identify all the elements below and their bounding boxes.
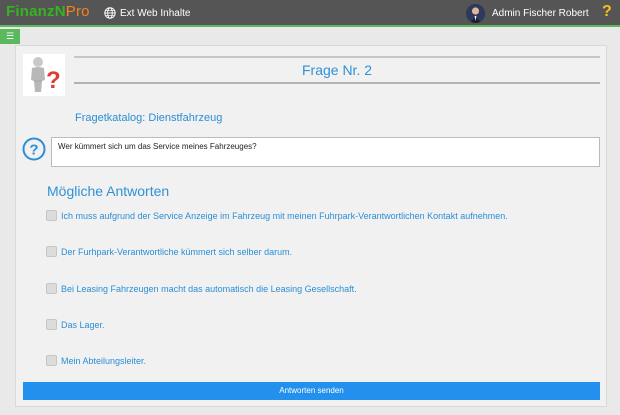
ext-web-link[interactable]: Ext Web Inhalte (104, 7, 190, 19)
question-text-field: Wer kümmert sich um das Service meines F… (51, 137, 600, 167)
menu-toggle-button[interactable]: ☰ (0, 29, 20, 44)
logo-text-secondary: Pro (65, 3, 90, 20)
answer-option[interactable]: Der Furhpark-Verantwortliche kümmert sic… (46, 246, 292, 257)
top-bar: FinanzNPro Ext Web Inhalte Admin Fischer… (0, 0, 620, 27)
answer-label: Mein Abteilungsleiter. (61, 355, 147, 366)
answer-checkbox[interactable] (46, 210, 57, 221)
answer-label: Ich muss aufgrund der Service Anzeige im… (61, 210, 508, 221)
answer-label: Der Furhpark-Verantwortliche kümmert sic… (61, 246, 293, 257)
question-title-bar: Frage Nr. 2 (74, 56, 600, 84)
question-circle-icon: ? (22, 137, 46, 161)
avatar (466, 4, 485, 23)
answer-option[interactable]: Mein Abteilungsleiter. (46, 355, 146, 366)
answer-checkbox[interactable] (46, 283, 57, 294)
page-title: Frage Nr. 2 (301, 62, 373, 78)
answer-option[interactable]: Ich muss aufgrund der Service Anzeige im… (46, 210, 508, 221)
quiz-panel: ? Frage Nr. 2 Fragetkatalog: Dienstfahrz… (15, 45, 607, 407)
help-icon[interactable]: ? (602, 3, 612, 21)
catalog-label: Fragetkatalog: Dienstfahrzeug (75, 112, 223, 124)
globe-icon (104, 7, 116, 19)
user-name: Admin Fischer Robert (492, 8, 589, 19)
answer-label: Das Lager. (61, 319, 105, 330)
svg-text:?: ? (46, 67, 61, 94)
ext-web-link-label: Ext Web Inhalte (120, 7, 191, 19)
answer-checkbox[interactable] (46, 355, 57, 366)
answer-label: Bei Leasing Fahrzeugen macht das automat… (61, 283, 357, 294)
answers-heading: Mögliche Antworten (47, 183, 170, 199)
logo-text-primary: FinanzN (6, 3, 66, 20)
answer-option[interactable]: Das Lager. (46, 319, 105, 330)
answer-checkbox[interactable] (46, 319, 57, 330)
answer-checkbox[interactable] (46, 246, 57, 257)
submit-answers-button[interactable]: Antworten senden (23, 382, 600, 400)
svg-text:?: ? (29, 142, 38, 159)
question-person-icon: ? (23, 54, 65, 96)
app-logo[interactable]: FinanzNPro (6, 3, 90, 20)
answer-option[interactable]: Bei Leasing Fahrzeugen macht das automat… (46, 283, 357, 294)
user-menu[interactable]: Admin Fischer Robert (466, 4, 589, 23)
